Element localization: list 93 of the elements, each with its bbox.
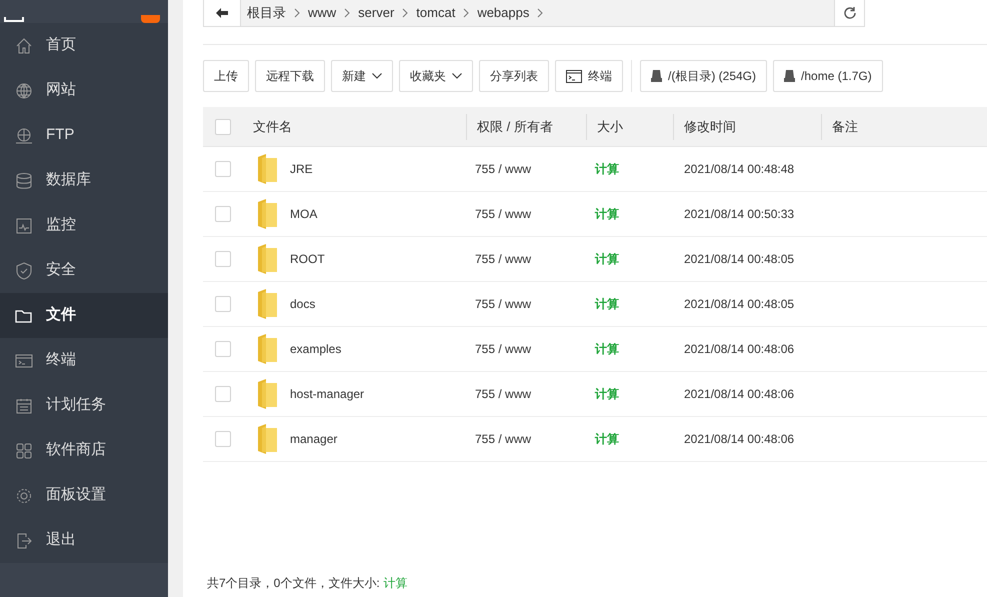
sidebar-item[interactable]: 计划任务: [0, 383, 168, 428]
sidebar-item[interactable]: 文件: [0, 293, 168, 338]
permission-text[interactable]: 755 / www: [475, 207, 532, 221]
file-name[interactable]: docs: [290, 295, 316, 313]
row-checkbox[interactable]: [215, 161, 231, 177]
column-header[interactable]: 备注: [832, 116, 858, 136]
chevron-icon: [402, 8, 408, 18]
sidebar-item[interactable]: 面板设置: [0, 473, 168, 518]
summary-text: 共7个目录，0个文件，文件大小:: [207, 575, 380, 592]
row-checkbox[interactable]: [215, 206, 231, 222]
column-header[interactable]: 大小: [597, 116, 623, 136]
file-name[interactable]: examples: [290, 340, 342, 358]
breadcrumb-link[interactable]: webapps: [477, 3, 530, 23]
permission-text[interactable]: 755 / www: [475, 432, 532, 446]
folder-icon: [256, 289, 278, 319]
drive-icon: [784, 70, 796, 82]
database-icon: [15, 172, 33, 190]
refresh-icon: [842, 6, 856, 20]
globe-icon: [15, 126, 33, 144]
notification-badge[interactable]: [141, 15, 160, 23]
chevron-icon: [463, 8, 470, 18]
file-name[interactable]: MOA: [290, 205, 318, 223]
terminal-icon: [566, 70, 582, 82]
terminal-button[interactable]: 终端: [555, 60, 623, 92]
column-header[interactable]: 文件名: [253, 116, 292, 136]
breadcrumb-link[interactable]: server: [358, 3, 394, 23]
sidebar-item[interactable]: 监控: [0, 203, 168, 248]
chevron-icon: [294, 8, 300, 18]
select-all-checkbox[interactable]: [215, 118, 231, 134]
dropdown-button[interactable]: 收藏夹: [399, 60, 473, 92]
sidebar-item[interactable]: 退出: [0, 518, 168, 563]
permission-text[interactable]: 755 / www: [475, 297, 532, 311]
shield-icon: [15, 262, 33, 280]
refresh-button[interactable]: [834, 0, 864, 26]
chevron-icon: [537, 8, 544, 18]
toolbar-button[interactable]: 分享列表: [479, 60, 549, 92]
dropdown-button[interactable]: 新建: [331, 60, 393, 92]
file-name[interactable]: manager: [290, 430, 338, 448]
modified-time: 2021/08/14 00:50:33: [684, 207, 794, 221]
home-icon: [15, 36, 33, 54]
chart-icon: [15, 216, 33, 234]
permission-text[interactable]: 755 / www: [475, 162, 532, 176]
row-checkbox[interactable]: [215, 386, 231, 402]
permission-text[interactable]: 755 / www: [475, 387, 532, 401]
modified-time: 2021/08/14 00:48:05: [684, 297, 794, 311]
caret-icon: [452, 73, 462, 79]
folder-icon: [256, 379, 278, 409]
settings-icon: [15, 486, 33, 504]
sidebar-item[interactable]: 软件商店: [0, 428, 168, 473]
file-name[interactable]: JRE: [290, 160, 313, 178]
breadcrumb-link[interactable]: www: [308, 3, 336, 23]
column-header[interactable]: 权限 / 所有者: [477, 116, 553, 136]
breadcrumb-link[interactable]: tomcat: [416, 3, 456, 23]
folder-icon: [256, 154, 278, 184]
calendar-icon: [15, 396, 33, 414]
breadcrumb-link[interactable]: 根目录: [247, 3, 286, 23]
disk-button[interactable]: /(根目录) (254G): [640, 60, 768, 92]
folder-icon: [256, 424, 278, 454]
file-name[interactable]: host-manager: [290, 385, 364, 403]
modified-time: 2021/08/14 00:48:48: [684, 162, 794, 176]
chevron-icon: [344, 8, 350, 18]
permission-text[interactable]: 755 / www: [475, 342, 532, 356]
toolbar-button[interactable]: 上传: [203, 60, 249, 92]
row-checkbox[interactable]: [215, 431, 231, 447]
back-arrow-icon: [216, 8, 228, 18]
sidebar-item[interactable]: 首页: [0, 23, 168, 68]
row-checkbox[interactable]: [215, 251, 231, 267]
modified-time: 2021/08/14 00:48:06: [684, 342, 794, 356]
row-checkbox[interactable]: [215, 341, 231, 357]
terminal-icon: [15, 352, 33, 370]
exit-icon: [15, 532, 33, 550]
disk-button[interactable]: /home (1.7G): [773, 60, 883, 92]
column-header[interactable]: 修改时间: [684, 116, 736, 136]
caret-icon: [372, 73, 382, 79]
sidebar-item[interactable]: 终端: [0, 338, 168, 383]
folder-icon: [256, 199, 278, 229]
globe-icon: [15, 82, 33, 100]
modified-time: 2021/08/14 00:48:06: [684, 387, 794, 401]
drive-icon: [651, 70, 662, 82]
sidebar-item[interactable]: 数据库: [0, 158, 168, 203]
toolbar-button[interactable]: 远程下载: [255, 60, 325, 92]
modified-time: 2021/08/14 00:48:06: [684, 432, 794, 446]
back-button[interactable]: [204, 0, 241, 26]
modified-time: 2021/08/14 00:48:05: [684, 252, 794, 266]
sidebar-item[interactable]: 网站: [0, 68, 168, 113]
grid-icon: [15, 442, 33, 460]
row-checkbox[interactable]: [215, 296, 231, 312]
file-name[interactable]: ROOT: [290, 250, 325, 268]
sidebar-item[interactable]: FTP: [0, 113, 168, 158]
folder-icon: [256, 334, 278, 364]
folder-icon: [256, 244, 278, 274]
sidebar-item[interactable]: 安全: [0, 248, 168, 293]
permission-text[interactable]: 755 / www: [475, 252, 532, 266]
